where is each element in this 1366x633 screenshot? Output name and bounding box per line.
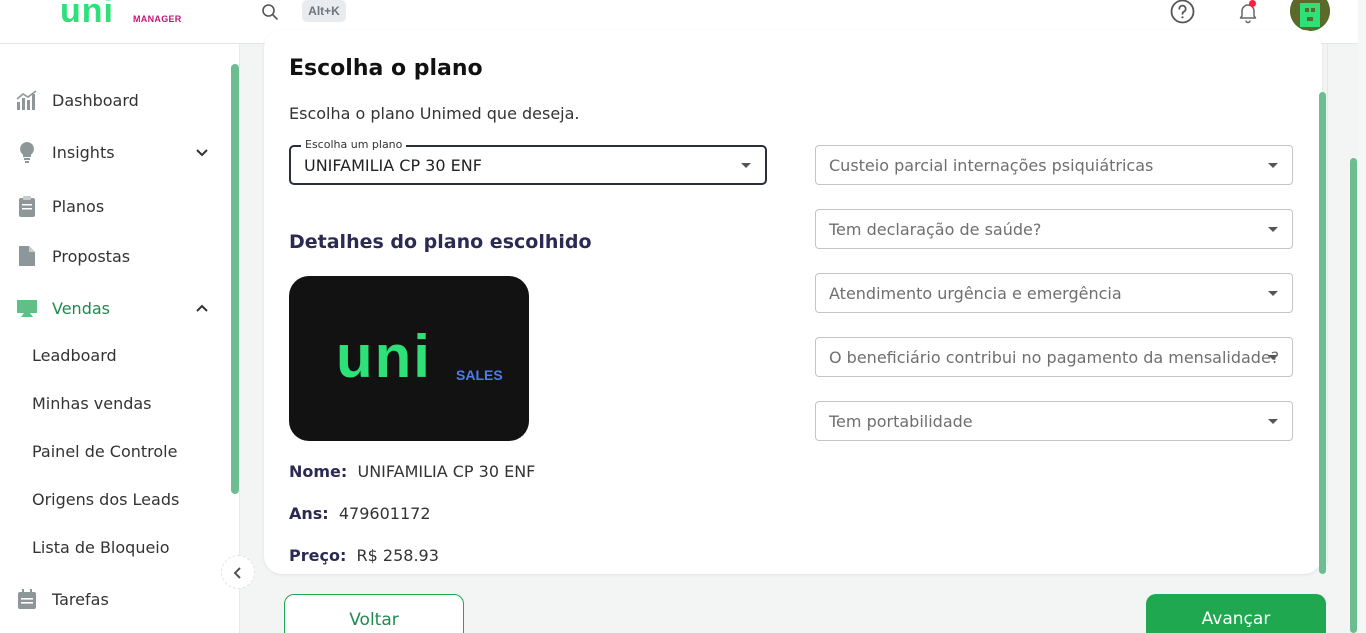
plan-details-title: Detalhes do plano escolhido [289,231,592,253]
detail-value: UNIFAMILIA CP 30 ENF [357,462,536,481]
search-shortcut-badge: Alt+K [302,0,346,22]
detail-label: Preço: [289,546,347,565]
select-urgencia-emergencia[interactable]: Atendimento urgência e emergência [815,273,1293,313]
select-contribui-mensalidade[interactable]: O beneficiário contribui no pagamento da… [815,337,1293,377]
sidebar-item-propostas[interactable]: Propostas [0,236,228,276]
app-logo-subtitle: MANAGER [133,14,182,24]
select-placeholder: Tem declaração de saúde? [829,220,1042,239]
sidebar-scrollbar[interactable] [231,64,239,494]
sidebar-item-label: Planos [52,196,105,216]
sidebar-item-label: Insights [52,142,115,162]
dropdown-arrow-icon [741,163,751,168]
plan-select[interactable]: Escolha um plano UNIFAMILIA CP 30 ENF [289,138,767,185]
plan-select-value: UNIFAMILIA CP 30 ENF [304,156,482,175]
select-placeholder: Atendimento urgência e emergência [829,284,1122,303]
chevron-up-icon[interactable] [194,300,210,316]
plan-logo-subtext: SALES [456,367,503,383]
sidebar-item-label: Tarefas [52,589,109,609]
app-logo[interactable]: uni [60,0,114,31]
sidebar-collapse-button[interactable] [221,555,255,589]
help-icon[interactable] [1170,0,1195,24]
sidebar-subitem-minhas-vendas[interactable]: Minhas vendas [32,394,152,413]
plan-detail-preco: Preço: R$ 258.93 [289,546,439,565]
select-custeio-psiquiatrico[interactable]: Custeio parcial internações psiquiátrica… [815,145,1293,185]
notification-dot [1249,0,1256,7]
detail-value: R$ 258.93 [356,546,439,565]
detail-label: Ans: [289,504,329,523]
plan-detail-ans: Ans: 479601172 [289,504,431,523]
select-portabilidade[interactable]: Tem portabilidade [815,401,1293,441]
detail-label: Nome: [289,462,348,481]
page-scrollbar-thumb[interactable] [1350,158,1357,633]
select-placeholder: Custeio parcial internações psiquiátrica… [829,156,1154,175]
sidebar-subitem-origens-dos-leads[interactable]: Origens dos Leads [32,490,179,509]
plan-logo-image: uni SALES [289,276,529,441]
dropdown-arrow-icon [1268,227,1278,232]
next-button[interactable]: Avançar [1146,594,1326,633]
sidebar-item-label: Propostas [52,246,131,266]
sidebar-item-label: Dashboard [52,90,139,110]
sidebar-item-dashboard[interactable]: Dashboard [0,80,228,120]
page-title: Escolha o plano [289,56,483,81]
plan-detail-nome: Nome: UNIFAMILIA CP 30 ENF [289,462,535,481]
sidebar-item-vendas[interactable]: Vendas [0,288,228,328]
search-icon[interactable] [261,3,279,21]
clipboard-icon [19,196,35,217]
content-scrollbar[interactable] [1319,92,1326,574]
select-declaracao-saude[interactable]: Tem declaração de saúde? [815,209,1293,249]
plan-select-label: Escolha um plano [301,138,407,151]
sidebar-divider [239,44,240,633]
calendar-icon [18,589,36,609]
sidebar-item-label: Vendas [52,298,110,318]
dropdown-arrow-icon [1268,419,1278,424]
detail-value: 479601172 [338,504,431,523]
page-scrollbar-track[interactable] [1358,0,1366,633]
sidebar-item-insights[interactable]: Insights [0,132,228,172]
bell-icon[interactable] [1236,0,1260,24]
chevron-down-icon[interactable] [194,144,210,160]
document-icon [19,246,35,266]
dropdown-arrow-icon [1268,163,1278,168]
dropdown-arrow-icon [1268,291,1278,296]
select-placeholder: O beneficiário contribui no pagamento da… [829,348,1280,367]
sidebar-item-planos[interactable]: Planos [0,186,228,226]
chart-icon [16,90,37,110]
sidebar-item-tarefas[interactable]: Tarefas [0,579,228,619]
plan-logo-text: uni [336,323,432,390]
sidebar-subitem-leadboard[interactable]: Leadboard [32,346,117,365]
back-button[interactable]: Voltar [284,594,464,633]
select-placeholder: Tem portabilidade [829,412,973,431]
lightbulb-icon [20,142,34,163]
page-subtitle: Escolha o plano Unimed que deseja. [289,104,580,123]
dropdown-arrow-icon [1268,355,1278,360]
monitor-icon [17,300,37,317]
sidebar-subitem-lista-de-bloqueio[interactable]: Lista de Bloqueio [32,538,170,557]
chevron-left-icon [233,567,241,579]
avatar[interactable] [1290,0,1330,31]
sidebar-subitem-painel-de-controle[interactable]: Painel de Controle [32,442,177,461]
